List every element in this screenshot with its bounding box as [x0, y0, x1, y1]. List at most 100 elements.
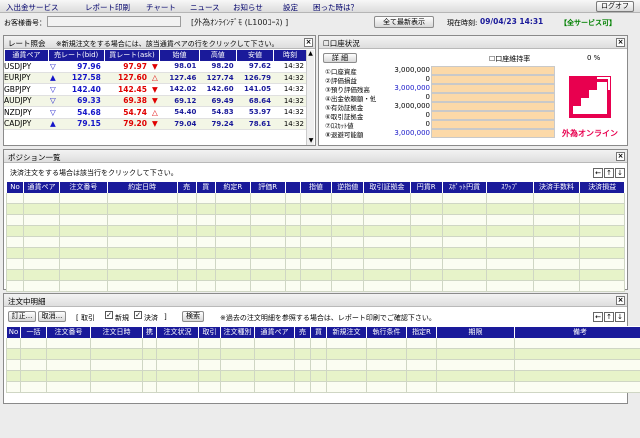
close-icon[interactable]: × [616, 38, 625, 47]
rate-row[interactable]: USDJPY ▽ 97.96 97.97 ▼ 98.01 98.20 97.62 14:32 [4, 60, 307, 73]
table-row[interactable] [6, 214, 625, 226]
refresh-all-button[interactable]: 全て最新表示 [374, 16, 434, 28]
positions-col-header: 売 [176, 181, 197, 193]
arrow-down-icon[interactable]: ↓ [615, 168, 625, 178]
table-cell [90, 337, 143, 349]
menu-chart[interactable]: チャート [146, 2, 176, 13]
rate-row[interactable]: NZDJPY ▽ 54.68 54.74 △ 54.40 54.83 53.97 14:32 [4, 106, 307, 119]
ask-arrow-icon: ▼ [149, 95, 160, 107]
menu-deposit[interactable]: 入出金サービス [6, 2, 59, 13]
table-row[interactable] [6, 192, 625, 204]
time-cell: 14:32 [273, 95, 307, 107]
settle-checkbox[interactable]: ✓ [134, 311, 142, 319]
table-row[interactable] [6, 225, 625, 237]
table-row[interactable] [6, 381, 640, 393]
bid-cell[interactable]: 79.15 [57, 118, 104, 130]
arrow-down-icon[interactable]: ↓ [615, 312, 625, 322]
close-icon[interactable]: × [616, 296, 625, 305]
account-status-bar [431, 75, 555, 84]
bid-cell[interactable]: 69.33 [57, 95, 104, 107]
table-row[interactable] [6, 280, 625, 292]
menu-help[interactable]: 困った時は？ [313, 2, 358, 13]
table-cell [363, 203, 411, 215]
new-label: 新規 [115, 314, 129, 322]
ask-cell[interactable]: 127.60 [103, 72, 150, 84]
table-row[interactable] [6, 258, 625, 270]
table-cell [284, 214, 301, 226]
table-cell [249, 203, 286, 215]
table-row[interactable] [6, 269, 625, 281]
bid-cell[interactable]: 127.58 [57, 72, 104, 84]
low-cell: 53.97 [236, 106, 274, 119]
rate-row[interactable]: AUDJPY ▽ 69.33 69.38 ▼ 69.12 69.49 68.64 14:32 [4, 95, 307, 107]
table-cell [142, 337, 157, 349]
table-cell [20, 370, 47, 382]
ask-cell[interactable]: 142.45 [103, 83, 150, 96]
arrow-left-icon[interactable]: ← [593, 312, 603, 322]
table-row[interactable] [6, 236, 625, 248]
bid-cell[interactable]: 97.96 [57, 60, 104, 73]
table-row[interactable] [6, 348, 640, 360]
scroll-up-icon[interactable]: ▲ [307, 50, 314, 58]
table-cell [363, 258, 411, 270]
menu-report[interactable]: レポート印刷 [85, 2, 130, 13]
pair-cell: GBPJPY [4, 83, 48, 96]
rate-row[interactable]: CADJPY ▲ 79.15 79.20 ▼ 79.04 79.24 78.61 14:32 [4, 118, 307, 130]
edit-order-button[interactable]: 訂正... [8, 311, 36, 322]
table-row[interactable] [6, 370, 640, 382]
table-cell [106, 247, 178, 259]
table-cell [214, 192, 251, 204]
time-cell: 14:32 [273, 118, 307, 130]
menu-news[interactable]: ニュース [190, 2, 220, 13]
detail-button[interactable]: 詳 細 [323, 53, 357, 63]
close-icon[interactable]: × [616, 152, 625, 161]
ask-cell[interactable]: 54.74 [103, 106, 150, 119]
bid-cell[interactable]: 142.40 [57, 83, 104, 96]
table-row[interactable] [6, 247, 625, 259]
table-cell [363, 236, 411, 248]
table-cell [249, 214, 286, 226]
rate-row[interactable]: EURJPY ▲ 127.58 127.60 △ 127.46 127.74 126.79 14… [4, 72, 307, 84]
table-cell [284, 192, 301, 204]
arrow-left-icon[interactable]: ← [593, 168, 603, 178]
table-row[interactable] [6, 203, 625, 215]
table-cell [441, 269, 488, 281]
table-cell [441, 203, 488, 215]
table-row[interactable] [6, 359, 640, 371]
menu-notice[interactable]: お知らせ [233, 2, 263, 13]
new-checkbox[interactable]: ✓ [105, 311, 113, 319]
close-icon[interactable]: × [304, 38, 313, 47]
table-cell [254, 381, 295, 393]
table-cell [441, 247, 488, 259]
account-status-bar [431, 120, 555, 129]
table-cell [579, 258, 625, 270]
table-cell [579, 269, 625, 281]
table-cell [142, 370, 157, 382]
table-cell [532, 225, 581, 237]
ask-cell[interactable]: 69.38 [103, 95, 150, 107]
search-button[interactable]: 検索 [182, 311, 204, 322]
open-cell: 142.02 [159, 83, 200, 96]
time-cell: 14:32 [273, 72, 307, 84]
bid-cell[interactable]: 54.68 [57, 106, 104, 119]
table-cell [579, 192, 625, 204]
logoff-button[interactable]: ログオフ [596, 1, 634, 12]
table-cell [486, 258, 534, 270]
table-row[interactable] [6, 337, 640, 349]
arrow-up-icon[interactable]: ↑ [604, 168, 614, 178]
account-status-label: ⑧退避可能額 [325, 131, 364, 139]
scroll-down-icon[interactable]: ▼ [307, 137, 315, 145]
rate-scrollbar[interactable]: ▲ ▼ [306, 50, 314, 145]
ask-cell[interactable]: 97.97 [103, 60, 150, 73]
ask-cell[interactable]: 79.20 [103, 118, 150, 130]
arrow-up-icon[interactable]: ↑ [604, 312, 614, 322]
low-cell: 141.05 [236, 83, 274, 96]
positions-col-header: 注文番号 [58, 181, 108, 193]
table-cell [46, 337, 91, 349]
table-cell [176, 258, 197, 270]
menu-settings[interactable]: 設定 [283, 2, 298, 13]
account-status-bar [431, 93, 555, 102]
account-status-value: 0 [375, 75, 430, 83]
rate-row[interactable]: GBPJPY ▽ 142.40 142.45 ▼ 142.02 142.60 141.05 14… [4, 83, 307, 96]
cancel-order-button[interactable]: 取消... [38, 311, 66, 322]
